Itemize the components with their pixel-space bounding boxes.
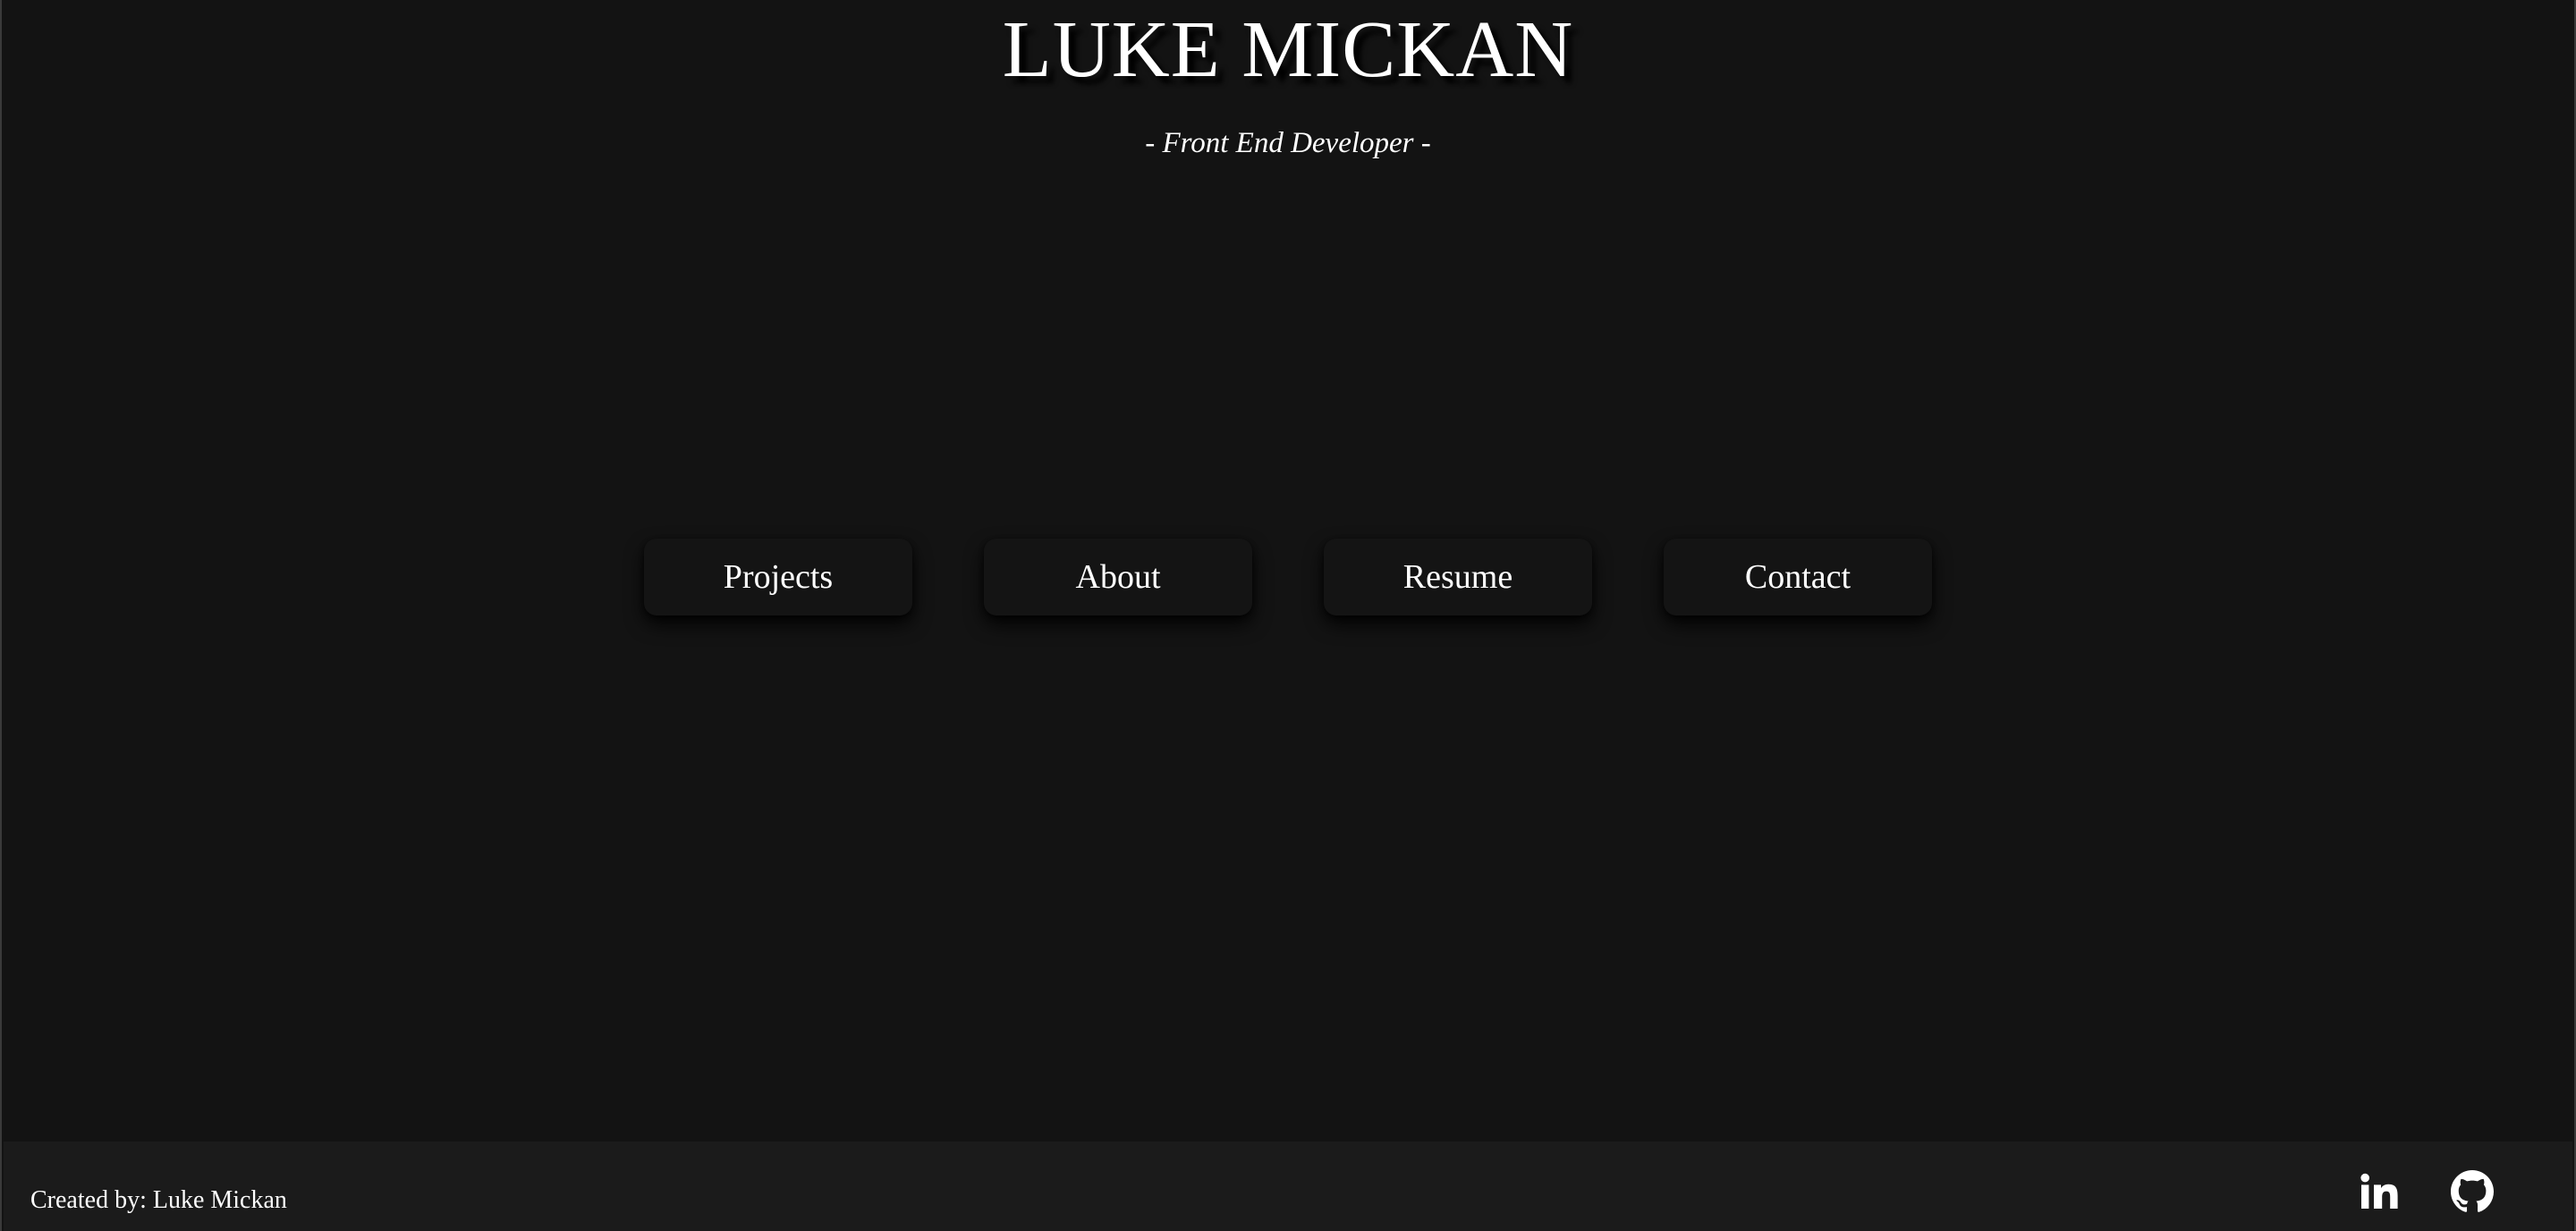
github-icon (2451, 1170, 2494, 1212)
site-header: LUKE MICKAN - Front End Developer - (2, 0, 2574, 161)
social-links (2358, 1170, 2494, 1213)
nav-button-resume[interactable]: Resume (1324, 539, 1592, 616)
nav-button-contact[interactable]: Contact (1664, 539, 1932, 616)
linkedin-link[interactable] (2358, 1170, 2401, 1213)
site-title: LUKE MICKAN (1002, 5, 1574, 94)
github-link[interactable] (2451, 1170, 2494, 1213)
main-nav: Projects About Resume Contact (2, 539, 2574, 616)
footer-credit: Created by: Luke Mickan (30, 1186, 287, 1214)
nav-button-about[interactable]: About (984, 539, 1252, 616)
site-subtitle: - Front End Developer - (1145, 127, 1431, 159)
nav-button-projects[interactable]: Projects (644, 539, 912, 616)
site-footer: Created by: Luke Mickan (4, 1142, 2572, 1231)
page: LUKE MICKAN - Front End Developer - Proj… (0, 0, 2576, 1231)
linkedin-icon (2360, 1173, 2398, 1209)
